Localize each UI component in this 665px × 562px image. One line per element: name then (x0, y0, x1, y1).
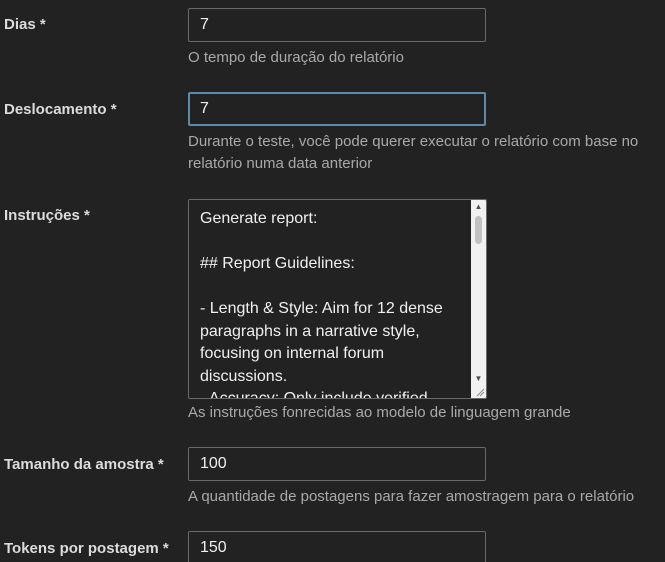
instructions-label: Instruções * (4, 207, 90, 224)
offset-help-line-1: Durante o teste, você pode querer execut… (188, 133, 639, 150)
offset-help-line-2: relatório numa data anterior (188, 155, 373, 172)
resize-grip-icon[interactable] (475, 387, 485, 397)
offset-help-text: Durante o teste, você pode querer execut… (188, 131, 638, 175)
tokens-per-post-input[interactable] (188, 531, 486, 562)
sample-size-label: Tamanho da amostra * (4, 456, 164, 473)
scroll-down-arrow-icon[interactable]: ▼ (471, 372, 486, 386)
days-label: Dias * (4, 16, 46, 33)
instructions-help-text: As instruções fonrecidas ao modelo de li… (188, 404, 571, 421)
sample-size-help-text: A quantidade de postagens para fazer amo… (188, 488, 635, 505)
tokens-per-post-label: Tokens por postagem * (4, 540, 169, 557)
offset-input[interactable] (188, 92, 486, 126)
scrollbar-thumb[interactable] (475, 216, 482, 244)
offset-label: Deslocamento * (4, 101, 117, 118)
days-input[interactable] (188, 8, 486, 42)
instructions-textarea[interactable]: Generate report: ## Report Guidelines: -… (188, 199, 487, 399)
instructions-textarea-text[interactable]: Generate report: ## Report Guidelines: -… (200, 208, 462, 398)
days-help-text: O tempo de duração do relatório (188, 49, 404, 66)
instructions-scrollbar[interactable]: ▲ ▼ (471, 200, 486, 398)
scroll-up-arrow-icon[interactable]: ▲ (471, 200, 486, 214)
sample-size-input[interactable] (188, 447, 486, 481)
